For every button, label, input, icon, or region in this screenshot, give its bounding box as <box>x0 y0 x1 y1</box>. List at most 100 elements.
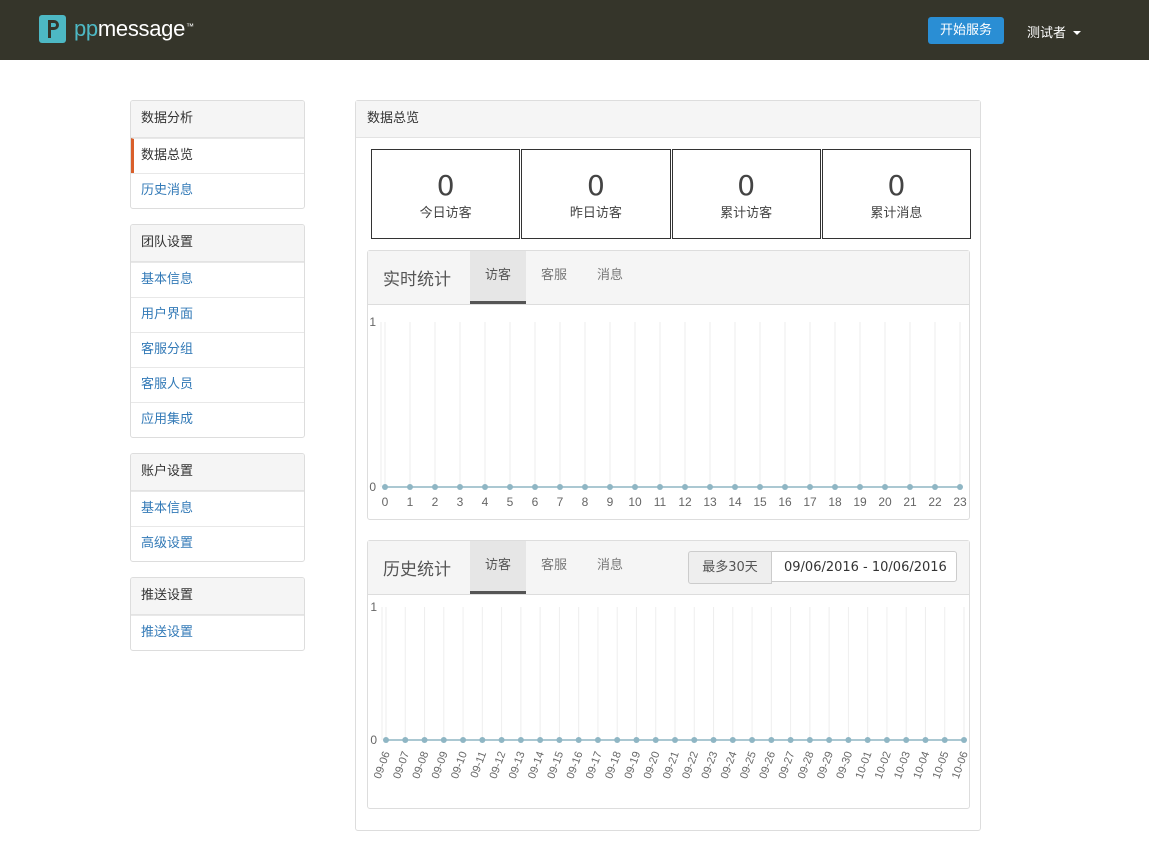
user-menu-dropdown[interactable]: 测试者 <box>1027 22 1082 41</box>
data-point <box>652 737 659 743</box>
data-point <box>517 737 524 743</box>
data-point <box>632 484 638 490</box>
x-tick-label: 10-03 <box>892 750 913 781</box>
x-tick-label: 09-13 <box>507 750 528 781</box>
data-point <box>402 737 409 743</box>
data-point <box>457 484 463 490</box>
x-tick-label: 2 <box>432 495 439 509</box>
data-point <box>691 737 698 743</box>
data-point <box>594 737 601 743</box>
data-point <box>768 737 775 743</box>
sidebar-item-history-messages[interactable]: 历史消息 <box>131 173 304 208</box>
data-point <box>498 737 505 743</box>
x-tick-label: 21 <box>903 495 917 509</box>
x-tick-label: 09-26 <box>757 750 778 781</box>
sidebar-item-service-groups[interactable]: 客服分组 <box>131 332 304 367</box>
sidebar-group-analytics: 数据分析 数据总览 历史消息 <box>130 100 305 209</box>
x-tick-label: 09-22 <box>680 750 701 781</box>
x-tick-label: 09-24 <box>719 750 740 781</box>
x-tick-label: 7 <box>557 495 564 509</box>
realtime-card-header: 实时统计 访客 客服 消息 <box>368 251 969 305</box>
x-tick-label: 10-02 <box>873 750 894 781</box>
logo-wordmark: ppmessage™ <box>74 16 194 41</box>
stat-label: 今日访客 <box>419 206 472 221</box>
data-point <box>807 484 813 490</box>
data-point <box>607 484 613 490</box>
x-tick-label: 16 <box>778 495 792 509</box>
x-tick-label: 4 <box>482 495 489 509</box>
x-tick-label: 6 <box>532 495 539 509</box>
y-tick-label: 0 <box>369 480 376 494</box>
tab-service[interactable]: 客服 <box>526 251 582 304</box>
history-line-chart: 0109-0609-0709-0809-0909-1009-1109-1209-… <box>370 600 969 781</box>
x-tick-label: 20 <box>878 495 892 509</box>
realtime-title: 实时统计 <box>383 270 451 290</box>
data-point <box>556 737 563 743</box>
x-tick-label: 09-06 <box>372 750 393 781</box>
x-tick-label: 23 <box>953 495 967 509</box>
x-tick-label: 09-10 <box>449 750 470 781</box>
sidebar-item-advanced-settings[interactable]: 高级设置 <box>131 526 304 561</box>
caret-down-icon <box>1073 30 1082 35</box>
x-tick-label: 18 <box>828 495 842 509</box>
sidebar-group-team: 团队设置 基本信息 用户界面 客服分组 客服人员 应用集成 <box>130 224 305 438</box>
data-point <box>787 737 794 743</box>
tab-messages[interactable]: 消息 <box>582 541 638 594</box>
data-point <box>832 484 838 490</box>
x-tick-label: 9 <box>607 495 614 509</box>
data-point <box>383 737 389 743</box>
data-point <box>657 484 663 490</box>
history-title: 历史统计 <box>383 560 451 580</box>
stats-row: 0 今日访客 0 昨日访客 0 累计访客 0 累计消息 <box>371 149 971 239</box>
sidebar-group-title: 数据分析 <box>131 101 304 138</box>
tab-visitors[interactable]: 访客 <box>470 541 526 594</box>
x-tick-label: 09-11 <box>469 750 490 780</box>
tab-messages[interactable]: 消息 <box>582 251 638 304</box>
ppmessage-logo[interactable]: ppmessage™ <box>39 15 194 43</box>
data-point <box>614 737 621 743</box>
max-range-label: 最多30天 <box>688 551 772 584</box>
realtime-stats-card: 实时统计 访客 客服 消息 0 1 0 1 2 3 4 5 6 7 8 9 10 11 12 13 14 15 16… <box>367 250 970 520</box>
x-tick-label: 09-21 <box>661 750 682 781</box>
data-point <box>826 737 833 743</box>
date-range-input[interactable]: 09/06/2016 - 10/06/2016 <box>771 551 957 582</box>
data-point <box>537 737 544 743</box>
logo-p-icon <box>39 15 66 43</box>
y-tick-label: 1 <box>369 315 376 329</box>
sidebar-item-app-integration[interactable]: 应用集成 <box>131 402 304 437</box>
tab-visitors[interactable]: 访客 <box>470 251 526 304</box>
sidebar-item-push-settings[interactable]: 推送设置 <box>131 615 304 650</box>
realtime-line-chart: 010 1 2 3 4 5 6 7 8 9 10 11 12 13 14 15 16 17 18 19 20 21 22 23 <box>369 315 967 509</box>
x-tick-label: 09-28 <box>796 750 817 781</box>
sidebar-item-service-agents[interactable]: 客服人员 <box>131 367 304 402</box>
sidebar-item-team-info[interactable]: 基本信息 <box>131 262 304 297</box>
sidebar-item-overview[interactable]: 数据总览 <box>131 138 304 173</box>
data-point <box>382 484 388 490</box>
sidebar-item-user-interface[interactable]: 用户界面 <box>131 297 304 332</box>
data-point <box>729 737 736 743</box>
x-tick-label: 11 <box>654 495 667 509</box>
data-point <box>757 484 763 490</box>
stat-value: 0 <box>586 169 605 202</box>
x-tick-label: 10 <box>628 495 642 509</box>
x-tick-label: 09-08 <box>410 750 431 781</box>
x-tick-label: 14 <box>728 495 742 509</box>
data-point <box>460 737 467 743</box>
top-navbar: ppmessage™ 开始服务 测试者 <box>0 0 1149 60</box>
sidebar-item-account-info[interactable]: 基本信息 <box>131 491 304 526</box>
data-point <box>932 484 938 490</box>
x-tick-label: 09-09 <box>430 750 451 781</box>
data-point <box>407 484 413 490</box>
x-tick-label: 09-15 <box>545 750 566 781</box>
stat-yesterday-visitors: 0 昨日访客 <box>521 149 671 239</box>
x-tick-label: 0 <box>382 495 389 509</box>
data-point <box>857 484 863 490</box>
x-tick-label: 10-01 <box>854 750 875 781</box>
start-service-button[interactable]: 开始服务 <box>928 17 1004 44</box>
x-tick-label: 5 <box>507 495 514 509</box>
sidebar: 数据分析 数据总览 历史消息 团队设置 基本信息 用户界面 客服分组 客服人员 … <box>130 100 305 666</box>
tab-service[interactable]: 客服 <box>526 541 582 594</box>
data-point <box>961 737 967 743</box>
y-tick-label: 0 <box>370 733 377 747</box>
x-tick-label: 12 <box>678 495 692 509</box>
